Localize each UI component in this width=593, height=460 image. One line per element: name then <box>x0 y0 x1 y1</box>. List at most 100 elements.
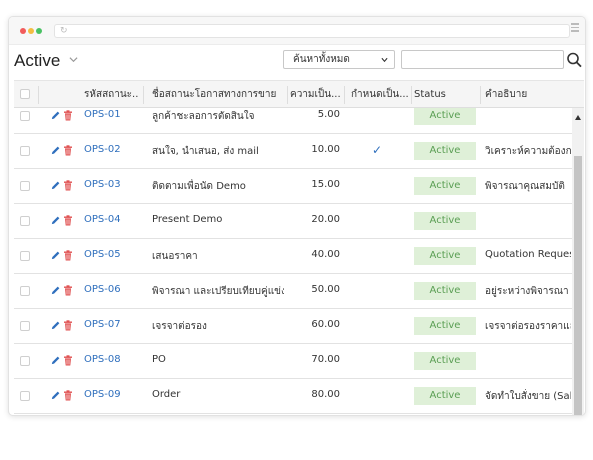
view-title[interactable]: Active <box>14 51 60 71</box>
trash-icon[interactable] <box>63 180 73 191</box>
status-badge: Active <box>414 108 476 125</box>
table-row[interactable]: OPS-02 สนใจ, นำเสนอ, ส่ง mail 10.00 ✓ Ac… <box>14 134 572 169</box>
row-name: PO <box>152 354 166 365</box>
trash-icon[interactable] <box>63 390 73 401</box>
vertical-scrollbar[interactable] <box>572 108 584 415</box>
pencil-icon[interactable] <box>50 215 61 226</box>
row-checkbox[interactable] <box>20 251 30 261</box>
status-badge: Active <box>414 282 476 300</box>
search-input[interactable] <box>401 50 564 69</box>
row-description: Quotation Request <box>485 249 571 260</box>
row-code-link[interactable]: OPS-04 <box>84 214 121 225</box>
row-probability: 60.00 <box>311 319 340 330</box>
row-name: ลูกค้าชะลอการตัดสินใจ <box>152 111 255 122</box>
row-description: อยู่ระหว่างพิจารณา และ <box>485 286 571 297</box>
row-description: พิจารณาคุณสมบัติ <box>485 181 565 192</box>
row-default-checkmark-icon: ✓ <box>371 143 383 157</box>
row-code-link[interactable]: OPS-09 <box>84 389 121 400</box>
row-checkbox[interactable] <box>20 181 30 191</box>
chevron-down-icon[interactable] <box>69 55 78 64</box>
grid-header: รหัสสถานะ... ชื่อสถานะโอกาสทางการขาย ควา… <box>14 80 584 108</box>
row-name: เสนอราคา <box>152 251 198 262</box>
column-header-name[interactable]: ชื่อสถานะโอกาสทางการขาย <box>152 81 284 109</box>
row-description: วิเคราะห์ความต้องการ <box>485 146 571 157</box>
row-code-link[interactable]: OPS-07 <box>84 319 121 330</box>
row-probability: 10.00 <box>311 144 340 155</box>
pencil-icon[interactable] <box>50 355 61 366</box>
row-description: จัดทำใบสั่งขาย (Sale <box>485 391 571 402</box>
pencil-icon[interactable] <box>50 110 61 121</box>
column-header-code[interactable]: รหัสสถานะ... <box>84 81 138 109</box>
pencil-icon[interactable] <box>50 285 61 296</box>
column-header-status[interactable]: Status <box>414 81 474 109</box>
maximize-dot-icon[interactable] <box>36 28 42 34</box>
table-row[interactable]: OPS-01 ลูกค้าชะลอการตัดสินใจ 5.00 Active <box>14 108 572 134</box>
table-row[interactable]: OPS-08 PO 70.00 Active <box>14 344 572 379</box>
table-row[interactable]: OPS-05 เสนอราคา 40.00 Active Quotation R… <box>14 239 572 274</box>
table-row[interactable]: OPS-06 พิจารณา และเปรียบเทียบคู่แข่ง 50.… <box>14 274 572 309</box>
row-name: สนใจ, นำเสนอ, ส่ง mail <box>152 146 259 157</box>
status-badge: Active <box>414 352 476 370</box>
scroll-thumb[interactable] <box>574 156 582 415</box>
data-grid: รหัสสถานะ... ชื่อสถานะโอกาสทางการขาย ควา… <box>14 80 584 415</box>
trash-icon[interactable] <box>63 215 73 226</box>
pencil-icon[interactable] <box>50 320 61 331</box>
table-row[interactable]: OPS-04 Present Demo 20.00 Active <box>14 204 572 239</box>
trash-icon[interactable] <box>63 355 73 366</box>
trash-icon[interactable] <box>63 110 73 121</box>
row-code-link[interactable]: OPS-02 <box>84 144 121 155</box>
column-header-default[interactable]: กำหนดเป็น... <box>351 81 409 109</box>
row-checkbox[interactable] <box>20 146 30 156</box>
trash-icon[interactable] <box>63 250 73 261</box>
grid-body: OPS-01 ลูกค้าชะลอการตัดสินใจ 5.00 Active… <box>14 108 572 415</box>
minimize-dot-icon[interactable] <box>28 28 34 34</box>
status-badge: Active <box>414 317 476 335</box>
hamburger-menu-icon[interactable] <box>571 23 579 34</box>
row-checkbox[interactable] <box>20 321 30 331</box>
trash-icon[interactable] <box>63 145 73 156</box>
row-code-link[interactable]: OPS-08 <box>84 354 121 365</box>
row-code-link[interactable]: OPS-01 <box>84 109 121 120</box>
column-header-probability[interactable]: ความเป็น... <box>290 81 342 109</box>
pencil-icon[interactable] <box>50 180 61 191</box>
column-header-description[interactable]: คำอธิบาย <box>485 81 575 109</box>
row-checkbox[interactable] <box>20 216 30 226</box>
row-name: เจรจาต่อรอง <box>152 321 207 332</box>
row-checkbox[interactable] <box>20 356 30 366</box>
row-probability: 40.00 <box>311 249 340 260</box>
caret-down-icon <box>381 57 388 63</box>
row-checkbox[interactable] <box>20 286 30 296</box>
reload-icon[interactable]: ↻ <box>60 25 68 37</box>
pencil-icon[interactable] <box>50 390 61 401</box>
row-name: Present Demo <box>152 214 223 225</box>
table-row[interactable]: OPS-07 เจรจาต่อรอง 60.00 Active เจรจาต่อ… <box>14 309 572 344</box>
row-checkbox[interactable] <box>20 111 30 121</box>
row-checkbox[interactable] <box>20 391 30 401</box>
row-probability: 15.00 <box>311 179 340 190</box>
address-bar[interactable]: ↻ <box>54 24 570 38</box>
row-probability: 5.00 <box>317 109 340 120</box>
status-badge: Active <box>414 177 476 195</box>
row-probability: 80.00 <box>311 389 340 400</box>
row-code-link[interactable]: OPS-06 <box>84 284 121 295</box>
scroll-up-arrow-icon[interactable] <box>575 115 581 120</box>
pencil-icon[interactable] <box>50 250 61 261</box>
pencil-icon[interactable] <box>50 145 61 156</box>
select-all-checkbox[interactable] <box>20 89 30 99</box>
trash-icon[interactable] <box>63 285 73 296</box>
row-name: Order <box>152 389 181 400</box>
status-badge: Active <box>414 387 476 405</box>
row-probability: 50.00 <box>311 284 340 295</box>
title-bar: ↻ <box>9 17 585 45</box>
row-name: ติดตามเพื่อนัด Demo <box>152 181 246 192</box>
status-badge: Active <box>414 142 476 160</box>
row-probability: 20.00 <box>311 214 340 225</box>
trash-icon[interactable] <box>63 320 73 331</box>
search-scope-select[interactable]: ค้นหาทั้งหมด <box>283 50 395 69</box>
table-row[interactable]: OPS-09 Order 80.00 Active จัดทำใบสั่งขาย… <box>14 379 572 414</box>
table-row[interactable]: OPS-03 ติดตามเพื่อนัด Demo 15.00 Active … <box>14 169 572 204</box>
row-code-link[interactable]: OPS-05 <box>84 249 121 260</box>
row-code-link[interactable]: OPS-03 <box>84 179 121 190</box>
search-icon[interactable] <box>565 50 583 69</box>
close-dot-icon[interactable] <box>20 28 26 34</box>
